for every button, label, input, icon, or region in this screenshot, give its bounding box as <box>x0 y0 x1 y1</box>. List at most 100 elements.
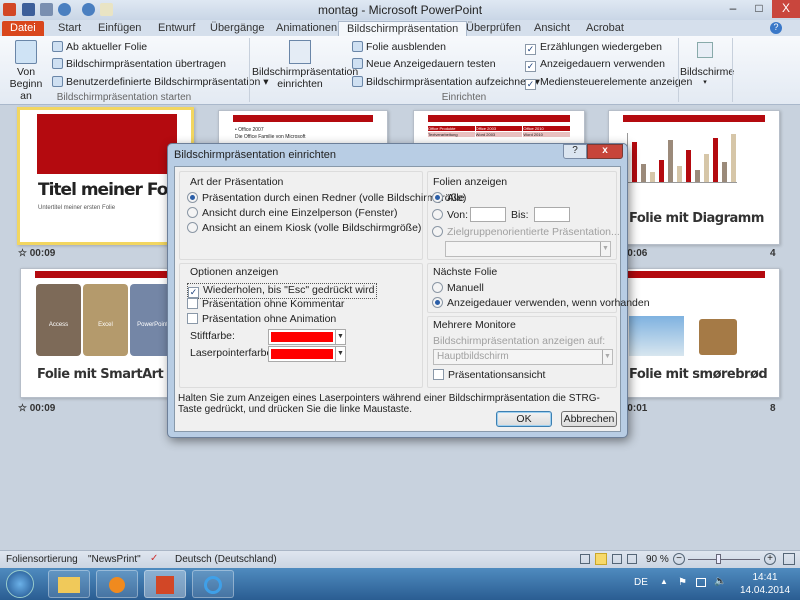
loop-checkbox[interactable]: ✓ Wiederholen, bis "Esc" gedrückt wird <box>187 283 378 299</box>
slide-thumbnail-6[interactable]: Folie mit smørebrød <box>608 268 780 398</box>
language-status[interactable]: Deutsch (Deutschland) <box>175 554 277 565</box>
slide-bar <box>623 115 765 122</box>
language-indicator[interactable]: DE <box>634 577 648 588</box>
tab-entwurf[interactable]: Entwurf <box>150 21 203 37</box>
record-slideshow-button[interactable]: Bildschirmpräsentation aufzeichnen ▾ <box>352 76 540 88</box>
checkbox-icon: ✓ <box>525 79 536 90</box>
tab-ueberpruefen[interactable]: Überprüfen <box>458 21 529 37</box>
zoom-in-button[interactable]: + <box>764 553 776 565</box>
tab-ansicht[interactable]: Ansicht <box>526 21 578 37</box>
help-icon[interactable]: ? <box>770 22 782 34</box>
setup-icon <box>289 40 311 64</box>
setup-slideshow-button[interactable]: Bildschirmpräsentation einrichten <box>252 40 358 90</box>
from-input[interactable] <box>470 207 506 222</box>
zoom-slider-thumb[interactable] <box>716 554 721 564</box>
custom-show-icon <box>52 76 63 87</box>
slides-group: Folien anzeigen Alle Von: Bis: Zielgrupp… <box>427 171 620 260</box>
show-hidden-icons[interactable]: ▲ <box>660 577 668 586</box>
custom-slideshow-button[interactable]: Benutzerdefinierte Bildschirmpräsentatio… <box>52 76 269 88</box>
radio-manual[interactable]: Manuell <box>432 282 484 294</box>
ribbon: Von Beginn an Ab aktueller Folie Bildsch… <box>0 36 800 105</box>
start-button[interactable] <box>6 570 34 598</box>
broadcast-button[interactable]: Bildschirmpräsentation übertragen <box>52 58 226 70</box>
explorer-taskbar-button[interactable] <box>48 570 90 598</box>
action-center-flag-icon[interactable]: ⚑ <box>678 577 687 588</box>
rehearse-timings-button[interactable]: Neue Anzeigedauern testen <box>352 58 496 70</box>
normal-view-icon[interactable] <box>580 554 590 564</box>
tab-einfuegen[interactable]: Einfügen <box>90 21 149 37</box>
narrations-checkbox[interactable]: ✓ Erzählungen wiedergeben <box>525 41 662 55</box>
radio-kiosk[interactable]: Ansicht an einem Kiosk (volle Bildschirm… <box>187 222 421 234</box>
group-heading: Art der Präsentation <box>190 176 284 188</box>
clock[interactable]: 14:41 14.04.2014 <box>740 571 790 597</box>
slideshow-view-icon[interactable] <box>627 554 637 564</box>
projector-icon <box>52 41 63 52</box>
dialog-help-button[interactable]: ? <box>563 144 587 159</box>
slide-table: Office Produkte Office 2003 Office 2010 Te… <box>428 126 570 137</box>
reading-view-icon[interactable] <box>612 554 622 564</box>
slide-chart <box>627 133 737 183</box>
slide-sorter-icon[interactable] <box>595 553 607 565</box>
ribbon-tabs: Datei Start Einfügen Entwurf Übergänge A… <box>0 20 800 37</box>
zoom-out-button[interactable]: − <box>673 553 685 565</box>
ok-button[interactable]: OK <box>496 411 552 427</box>
close-button[interactable]: X <box>772 0 800 18</box>
radio-individual[interactable]: Ansicht durch eine Einzelperson (Fenster… <box>187 207 398 219</box>
no-animation-checkbox[interactable]: Präsentation ohne Animation <box>187 313 336 325</box>
zoom-level[interactable]: 90 % <box>646 554 669 565</box>
tab-start[interactable]: Start <box>50 21 89 37</box>
fit-to-window-icon[interactable] <box>783 553 795 565</box>
network-icon[interactable] <box>696 578 706 587</box>
zoom-slider[interactable] <box>688 559 760 560</box>
group-heading: Mehrere Monitore <box>433 319 516 331</box>
media-player-taskbar-button[interactable] <box>96 570 138 598</box>
tab-acrobat[interactable]: Acrobat <box>578 21 632 37</box>
radio-custom-show[interactable]: Zielgruppenorientierte Präsentation... <box>432 226 620 238</box>
tab-uebergaenge[interactable]: Übergänge <box>202 21 272 37</box>
dialog-close-button[interactable]: x <box>587 144 623 159</box>
slide-thumbnail-5[interactable]: Access Excel PowerPoint Folie mit SmartA… <box>20 268 190 398</box>
minimize-button[interactable]: – <box>720 0 746 18</box>
tab-animationen[interactable]: Animationen <box>268 21 345 37</box>
slide-bar <box>35 271 177 278</box>
slide-thumbnail-4[interactable]: Folie mit Diagramm <box>608 110 780 245</box>
media-controls-checkbox[interactable]: ✓ Mediensteuerelemente anzeigen <box>525 76 692 90</box>
radio-from[interactable]: Von: <box>432 209 468 221</box>
tab-bildschirmpraesentation[interactable]: Bildschirmpräsentation <box>338 21 468 37</box>
cancel-button[interactable]: Abbrechen <box>561 411 617 427</box>
slide-bullets: • Office 2007 Die Office Familie von Micr… <box>235 127 306 140</box>
spellcheck-icon[interactable]: ✓ <box>150 553 158 564</box>
dialog-title: Bildschirmpräsentation einrichten <box>174 149 337 161</box>
monitor-label: Bildschirmpräsentation anzeigen auf: <box>433 335 606 347</box>
checkbox-icon: ✓ <box>525 61 536 72</box>
internet-explorer-taskbar-button[interactable] <box>192 570 234 598</box>
from-current-slide-button[interactable]: Ab aktueller Folie <box>52 41 147 53</box>
timings-checkbox[interactable]: ✓ Anzeigedauern verwenden <box>525 58 665 72</box>
tab-datei[interactable]: Datei <box>2 21 44 37</box>
presenter-view-checkbox[interactable]: Präsentationsansicht <box>433 369 545 381</box>
radio-use-timings[interactable]: Anzeigedauer verwenden, wenn vorhanden <box>432 297 650 309</box>
powerpoint-taskbar-button[interactable] <box>144 570 186 598</box>
timer-icon <box>352 58 363 69</box>
setup-show-dialog: Bildschirmpräsentation einrichten ? x Ar… <box>167 143 650 438</box>
show-options-group: Optionen anzeigen ✓ Wiederholen, bis "Esc… <box>179 263 423 388</box>
dialog-body: Art der Präsentation Präsentation durch … <box>174 166 650 432</box>
maximize-button[interactable]: □ <box>746 0 772 18</box>
volume-icon[interactable]: 🔈 <box>714 576 726 587</box>
smartart-item: Access <box>36 284 81 356</box>
radio-presenter[interactable]: Präsentation durch einen Redner (volle B… <box>187 192 466 204</box>
presentation-type-group: Art der Präsentation Präsentation durch … <box>179 171 466 260</box>
laser-color-picker[interactable]: ▼ <box>268 346 346 362</box>
monitor-select[interactable]: Hauptbildschirm ▼ <box>433 349 613 365</box>
penguins-image <box>629 316 684 356</box>
pen-color-picker[interactable]: ▼ <box>268 329 346 345</box>
no-narration-checkbox[interactable]: Präsentation ohne Kommentar <box>187 298 344 310</box>
group-heading: Nächste Folie <box>433 266 498 278</box>
hide-slide-button[interactable]: Folie ausblenden <box>352 41 446 53</box>
slide-title: Folie mit SmartArt <box>37 367 164 382</box>
slide-bar <box>233 115 373 122</box>
custom-show-select[interactable]: ▼ <box>445 241 611 257</box>
monitors-button[interactable]: Bildschirme ▾ <box>680 42 734 86</box>
to-input[interactable] <box>534 207 570 222</box>
radio-all[interactable]: Alle <box>432 192 465 204</box>
